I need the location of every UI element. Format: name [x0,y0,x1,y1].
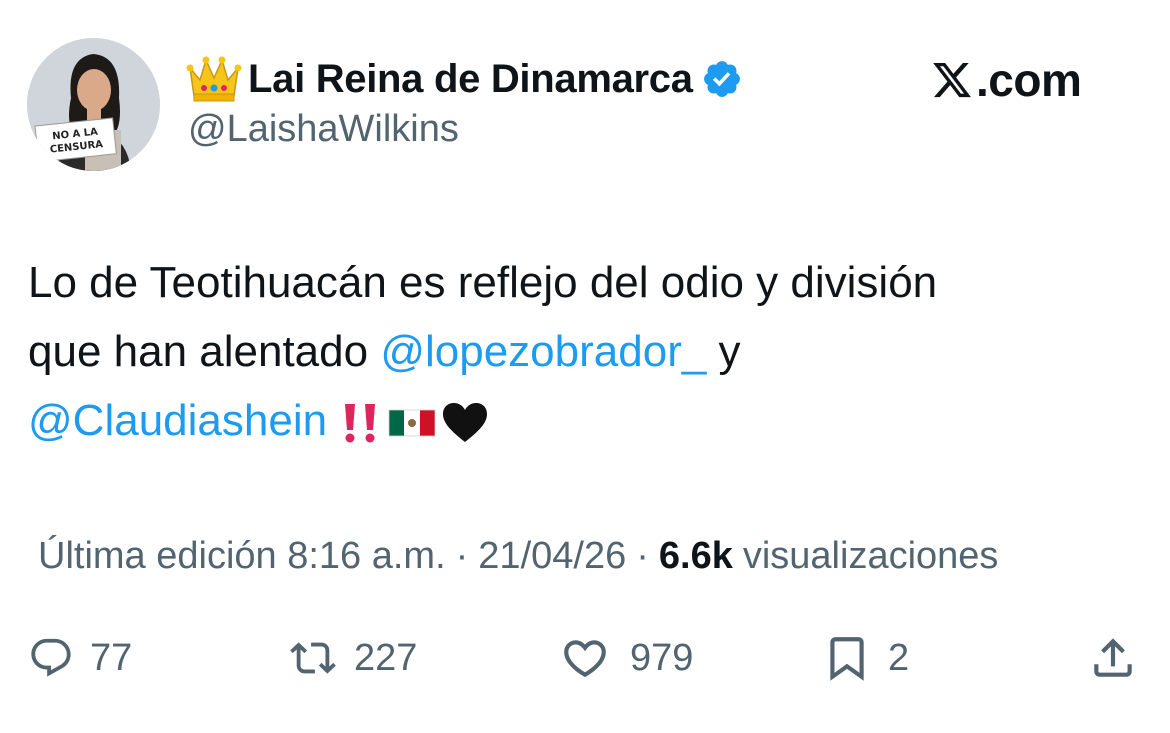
meta-separator: · [636,534,649,577]
mexico-flag-emoji-icon [388,409,436,437]
x-logo-icon [933,62,971,98]
repost-button[interactable]: 227 [288,628,417,688]
reply-icon [31,638,71,677]
site-domain-text: .com [976,54,1082,106]
reply-count: 77 [90,636,133,679]
verified-badge-icon[interactable] [701,58,743,100]
share-icon [1094,638,1132,677]
emoji-group [337,400,489,446]
bookmark-count: 2 [888,636,910,679]
reply-button[interactable]: 77 [28,628,132,688]
author-avatar[interactable]: NO A LA CENSURA [27,38,160,171]
repost-icon [290,642,336,674]
tweet-line-3: @Claudiashein [28,386,1138,455]
tweet-body: Lo de Teotihuacán es reflejo del odio y … [28,248,1138,455]
site-logo: .com [930,50,1082,110]
author-handle[interactable]: @LaishaWilkins [188,108,459,151]
edited-timestamp[interactable]: Última edición 8:16 a.m. [38,535,446,578]
tweet-text-segment: Lo de Teotihuacán es reflejo del odio y … [28,258,938,307]
like-button[interactable]: 979 [556,628,693,688]
mention-link-claudiashein[interactable]: @Claudiashein [28,396,327,445]
share-button[interactable] [1088,628,1138,688]
post-date[interactable]: 21/04/26 [478,535,626,578]
like-count: 979 [630,636,694,679]
mention-link-lopezobrador[interactable]: @lopezobrador_ [380,327,706,376]
views-label: visualizaciones [742,534,999,577]
meta-separator: · [455,534,469,577]
author-display-name[interactable]: Lai Reina de Dinamarca [248,57,693,102]
tweet-text-segment: que han alentado [28,327,381,376]
action-bar: 77 227 979 2 [0,628,1170,688]
tweet-text-segment: y [706,327,741,376]
heart-icon [564,640,606,678]
double-exclamation-emoji-icon [345,404,376,443]
views-count: 6.6k [658,534,733,577]
author-name-row[interactable]: Lai Reina de Dinamarca [186,52,743,106]
repost-count: 227 [354,636,418,679]
tweet-meta: Última edición 8:16 a.m. · 21/04/26 · 6.… [38,530,998,582]
tweet-line-2: que han alentado @lopezobrador_ y [28,317,1138,386]
bookmark-icon [830,637,864,681]
tweet-line-1: Lo de Teotihuacán es reflejo del odio y … [28,248,1138,317]
bookmark-button[interactable]: 2 [822,628,909,688]
crown-icon [186,56,242,102]
black-heart-emoji-icon [443,403,488,443]
avatar-image: NO A LA CENSURA [27,38,160,171]
